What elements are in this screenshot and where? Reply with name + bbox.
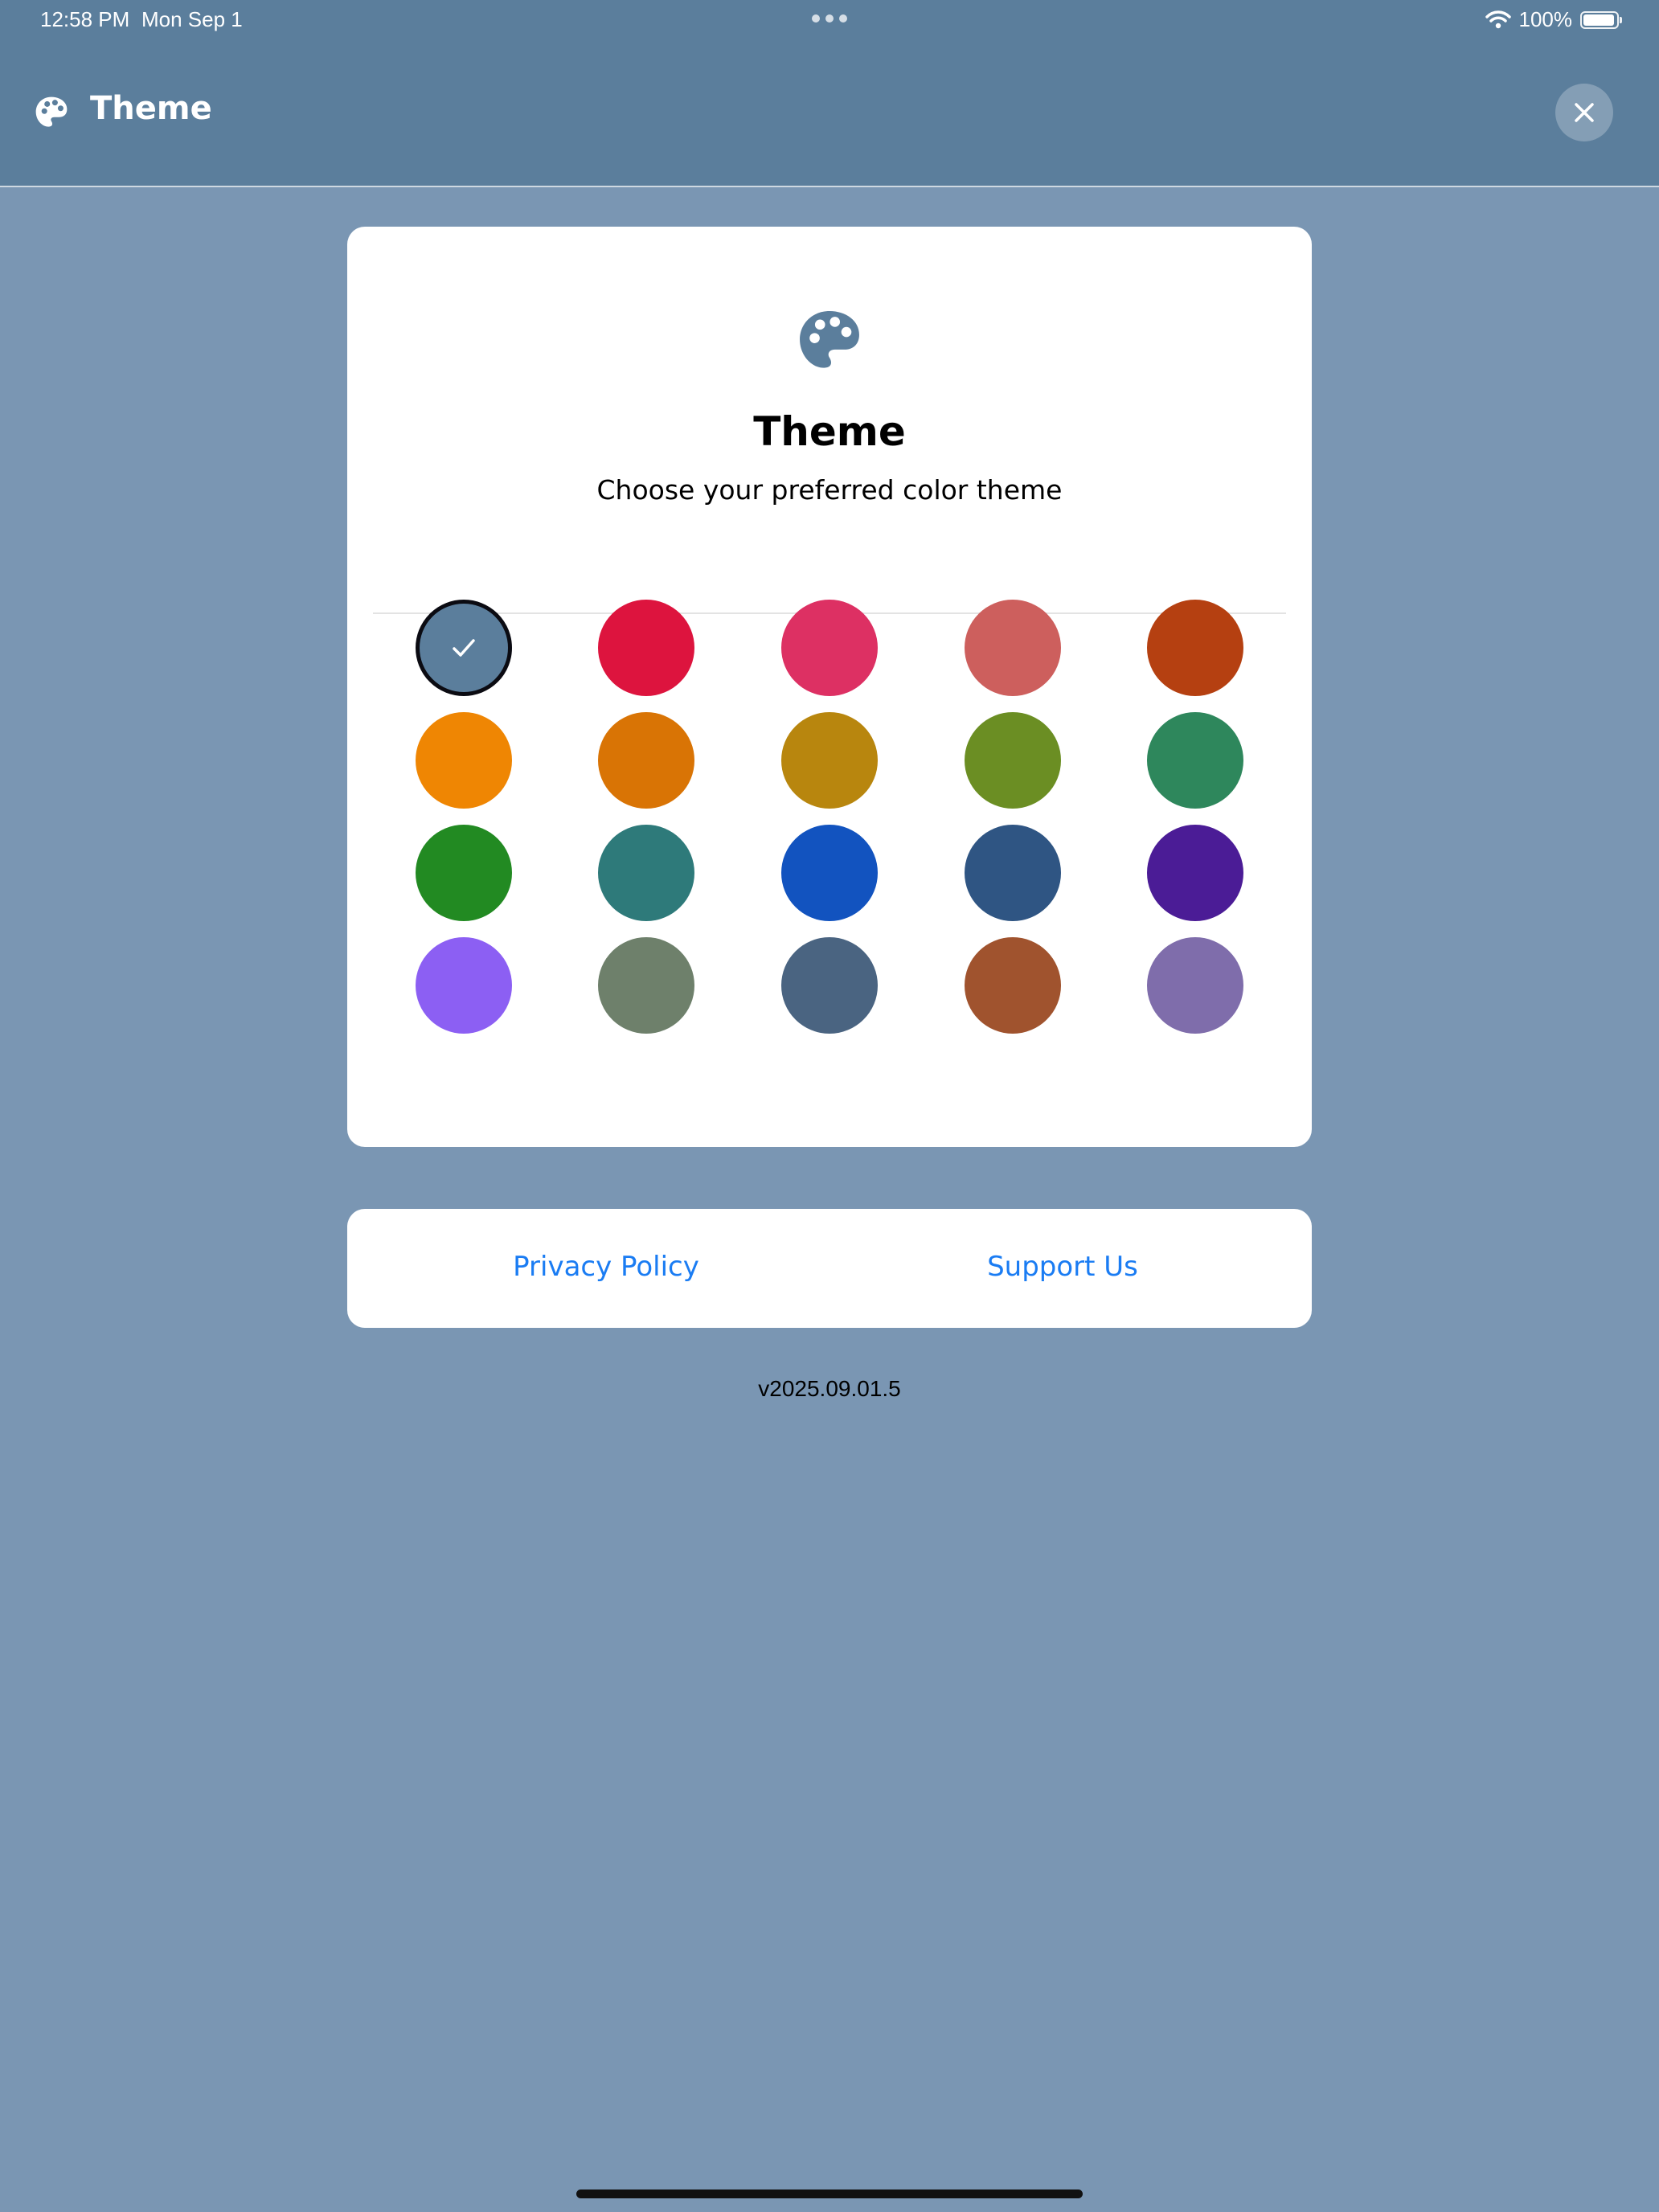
page-title: Theme bbox=[90, 90, 212, 127]
theme-swatch[interactable] bbox=[1147, 825, 1243, 921]
status-time: 12:58 PM bbox=[40, 7, 130, 31]
home-indicator[interactable] bbox=[576, 2189, 1083, 2198]
theme-swatch[interactable] bbox=[416, 600, 512, 696]
status-bar: 12:58 PM Mon Sep 1 100% bbox=[0, 0, 1659, 40]
multitasking-dots-icon[interactable] bbox=[812, 14, 847, 23]
theme-swatch[interactable] bbox=[781, 712, 878, 809]
palette-icon bbox=[35, 96, 68, 127]
close-icon bbox=[1575, 103, 1594, 122]
links-card: Privacy Policy Support Us bbox=[347, 1209, 1312, 1328]
theme-swatch[interactable] bbox=[1147, 712, 1243, 809]
theme-swatch[interactable] bbox=[598, 600, 694, 696]
close-button[interactable] bbox=[1555, 84, 1613, 141]
theme-swatch[interactable] bbox=[965, 825, 1061, 921]
theme-swatch[interactable] bbox=[781, 600, 878, 696]
wifi-icon bbox=[1485, 10, 1511, 28]
theme-swatch[interactable] bbox=[598, 825, 694, 921]
theme-swatch[interactable] bbox=[598, 937, 694, 1034]
battery-icon bbox=[1580, 10, 1622, 29]
battery-percentage: 100% bbox=[1518, 7, 1573, 31]
status-indicators: 100% bbox=[1485, 7, 1622, 32]
theme-swatch[interactable] bbox=[416, 712, 512, 809]
theme-swatch[interactable] bbox=[965, 712, 1061, 809]
theme-swatch[interactable] bbox=[965, 937, 1061, 1034]
theme-swatch[interactable] bbox=[1147, 937, 1243, 1034]
theme-swatch[interactable] bbox=[781, 937, 878, 1034]
status-date: Mon Sep 1 bbox=[141, 7, 243, 31]
theme-swatch-grid bbox=[347, 227, 1312, 1147]
privacy-policy-link[interactable]: Privacy Policy bbox=[477, 1251, 735, 1283]
theme-swatch[interactable] bbox=[416, 825, 512, 921]
theme-swatch[interactable] bbox=[965, 600, 1061, 696]
theme-swatch[interactable] bbox=[416, 937, 512, 1034]
theme-swatch[interactable] bbox=[781, 825, 878, 921]
version-label: v2025.09.01.5 bbox=[758, 1376, 901, 1401]
support-us-link[interactable]: Support Us bbox=[934, 1251, 1191, 1283]
theme-swatch[interactable] bbox=[598, 712, 694, 809]
theme-card: Theme Choose your preferred color theme bbox=[347, 227, 1312, 1147]
theme-swatch[interactable] bbox=[1147, 600, 1243, 696]
checkmark-icon bbox=[453, 639, 475, 657]
